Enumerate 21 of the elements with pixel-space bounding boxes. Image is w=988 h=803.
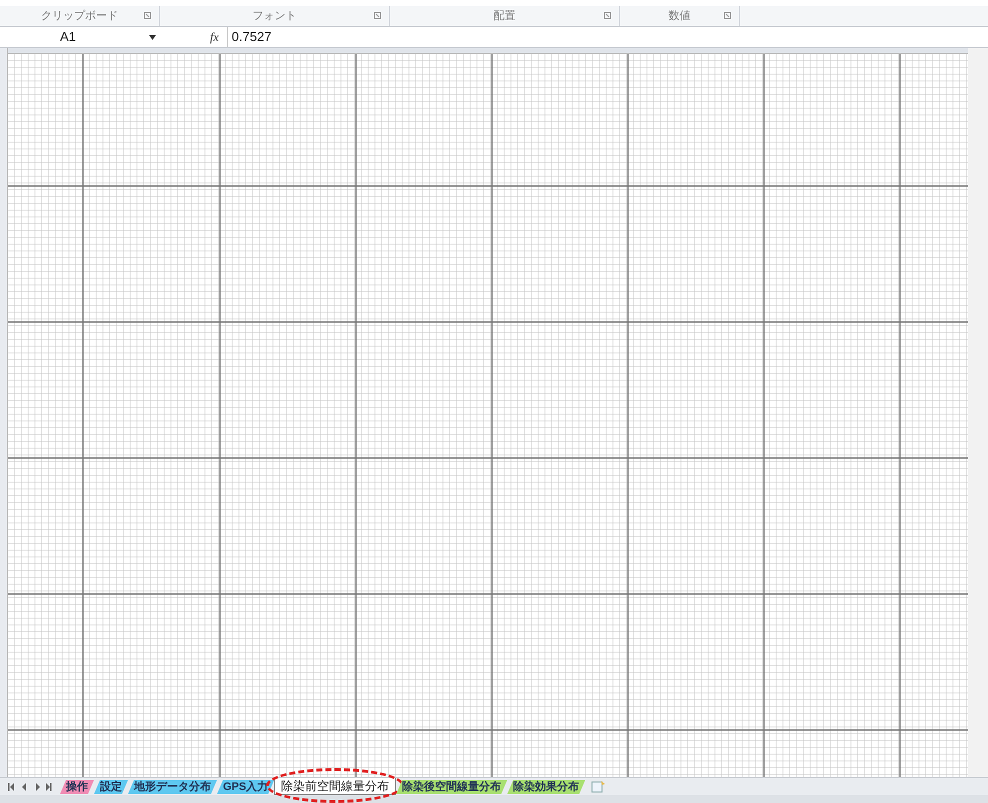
dialog-launcher-icon[interactable]: [604, 12, 611, 19]
dialog-launcher-icon[interactable]: [724, 12, 731, 19]
dialog-launcher-icon[interactable]: [374, 12, 381, 19]
sheet-tab[interactable]: 除染効果分布: [507, 780, 586, 794]
ribbon-group-label: 配置: [494, 8, 516, 24]
sheet-tab[interactable]: 除染前空間線量分布: [274, 778, 396, 795]
sheet-navigation-icon[interactable]: [8, 782, 52, 792]
name-box[interactable]: A1: [0, 27, 145, 47]
sheet-tab[interactable]: 除染後空間線量分布: [396, 780, 508, 794]
dropdown-caret-icon[interactable]: [149, 34, 156, 40]
ribbon-group-label: 数値: [668, 8, 690, 24]
dialog-launcher-icon[interactable]: [144, 12, 151, 19]
sheet-tab[interactable]: 設定: [94, 780, 128, 794]
sheet-tab[interactable]: 地形データ分布: [128, 780, 217, 794]
ribbon-group-label: フォント: [252, 8, 296, 24]
new-sheet-icon[interactable]: [591, 780, 608, 793]
formula-input[interactable]: 0.7527: [226, 27, 272, 47]
function-label[interactable]: fx: [210, 28, 219, 46]
sheet-tab[interactable]: GPS入力: [217, 780, 274, 794]
ribbon-group-label: クリップボード: [41, 8, 118, 24]
sheet-tab[interactable]: 操作: [60, 780, 94, 794]
